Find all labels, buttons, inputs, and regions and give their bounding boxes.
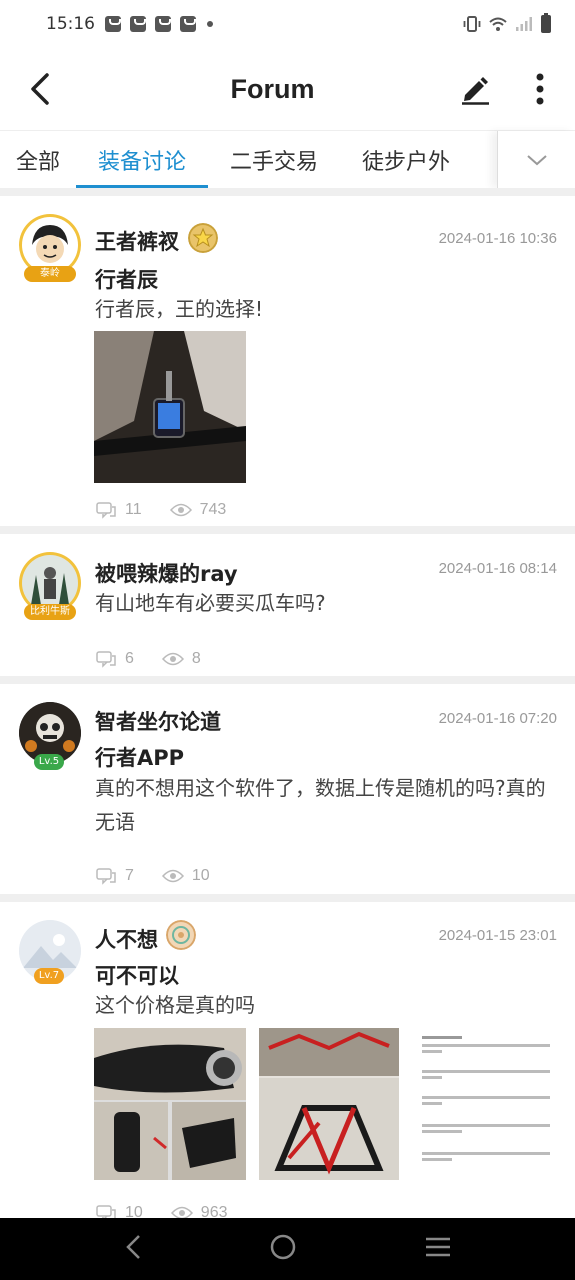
system-navigation-bar xyxy=(0,1218,575,1280)
username[interactable]: 王者裤衩 xyxy=(95,226,179,256)
post-card[interactable]: Lv.5 智者坐尔论道 2024-01-16 07:20 行者APP 真的不想用… xyxy=(0,684,575,894)
comment-count: 6 xyxy=(125,650,134,667)
battery-icon xyxy=(541,13,551,33)
post-card[interactable]: Lv.7 人不想 2024-01-15 23:01 可不可以 这个价格是真的吗 xyxy=(0,902,575,1218)
avatar-image xyxy=(22,217,78,273)
username[interactable]: 被喂辣爆的ray xyxy=(95,558,238,588)
shopping-bag-notification-icon xyxy=(105,16,121,32)
eye-icon xyxy=(161,869,184,883)
view-count: 8 xyxy=(191,650,201,667)
post-timestamp: 2024-01-16 10:36 xyxy=(438,230,557,247)
tab-equipment-discussion[interactable]: 装备讨论 xyxy=(76,131,208,188)
gold-medal-icon xyxy=(188,223,218,253)
back-button[interactable] xyxy=(0,48,80,130)
nav-recents-button[interactable] xyxy=(424,1236,452,1262)
avatar-level-badge: 泰岭 xyxy=(24,266,76,282)
recents-menu-icon xyxy=(425,1237,450,1257)
shopping-bag-notification-icon xyxy=(180,16,196,32)
eye-icon xyxy=(170,1206,193,1218)
back-arrow-icon xyxy=(31,73,49,105)
eye-icon xyxy=(161,652,184,666)
post-feed[interactable]: 泰岭 王者裤衩 2024-01-16 10:36 行者辰 行者辰，王的选择! 1… xyxy=(0,188,575,1218)
post-body[interactable]: 有山地车有必要买瓜车吗? xyxy=(95,586,555,620)
bike-computer-photo xyxy=(94,331,246,483)
post-stats: 10 963 xyxy=(95,1204,256,1218)
nav-home-button[interactable] xyxy=(269,1233,297,1265)
chevron-down-icon xyxy=(526,154,547,165)
comment-icon xyxy=(96,502,116,519)
post-stats: 7 10 xyxy=(95,867,238,885)
avatar-level-badge: 比利牛斯 xyxy=(24,604,76,620)
post-timestamp: 2024-01-15 23:01 xyxy=(438,927,557,944)
wifi-icon xyxy=(489,17,507,31)
price-list-image[interactable] xyxy=(412,1028,560,1180)
status-bar: 15:16 xyxy=(0,0,575,48)
post-stats: 6 8 xyxy=(95,650,229,668)
avatar-level-badge: Lv.5 xyxy=(34,754,64,770)
tab-all[interactable]: 全部 xyxy=(0,131,76,188)
cell-signal-icon xyxy=(516,17,532,31)
back-chevron-icon xyxy=(125,1235,140,1259)
eye-icon xyxy=(169,503,192,517)
comment-count: 7 xyxy=(125,867,134,884)
post-title[interactable]: 行者辰 xyxy=(95,264,158,294)
status-time: 15:16 xyxy=(46,14,95,34)
nav-back-button[interactable] xyxy=(124,1234,142,1264)
page-title: Forum xyxy=(230,73,315,104)
comment-count: 10 xyxy=(125,1204,143,1218)
post-timestamp: 2024-01-16 07:20 xyxy=(438,710,557,727)
red-bike-frames-photo xyxy=(259,1028,399,1180)
post-card[interactable]: 泰岭 王者裤衩 2024-01-16 10:36 行者辰 行者辰，王的选择! 1… xyxy=(0,196,575,526)
post-timestamp: 2024-01-16 08:14 xyxy=(438,560,557,577)
username[interactable]: 智者坐尔论道 xyxy=(95,706,221,736)
category-tabs: 全部 装备讨论 二手交易 徒步户外 xyxy=(0,131,497,188)
bike-frame-closeup-photo xyxy=(94,1028,246,1180)
shopping-bag-notification-icon xyxy=(155,16,171,32)
post-title[interactable]: 行者APP xyxy=(95,742,184,772)
post-body[interactable]: 真的不想用这个软件了，数据上传是随机的吗?真的无语 xyxy=(95,771,555,839)
category-tab-bar: 全部 装备讨论 二手交易 徒步户外 xyxy=(0,130,575,188)
post-image[interactable] xyxy=(94,331,246,483)
expand-tabs-button[interactable] xyxy=(497,131,575,188)
post-body[interactable]: 这个价格是真的吗 xyxy=(95,988,555,1022)
more-notifications-dot-icon xyxy=(207,21,213,27)
vibrate-icon xyxy=(463,16,481,32)
price-list-text-lines xyxy=(422,1036,550,1161)
view-count: 10 xyxy=(191,867,210,884)
post-body[interactable]: 行者辰，王的选择! xyxy=(95,292,555,326)
tab-second-hand-trade[interactable]: 二手交易 xyxy=(208,131,340,188)
edit-pencil-icon xyxy=(462,77,489,105)
bronze-medal-icon xyxy=(166,920,196,950)
comment-icon xyxy=(96,651,116,668)
view-count: 743 xyxy=(199,501,227,518)
avatar-level-badge: Lv.7 xyxy=(34,968,64,984)
view-count: 963 xyxy=(200,1204,228,1218)
comment-count: 11 xyxy=(125,501,142,518)
compose-post-button[interactable] xyxy=(445,48,505,130)
comment-icon xyxy=(96,1205,116,1218)
shopping-bag-notification-icon xyxy=(130,16,146,32)
more-vertical-icon xyxy=(536,73,544,105)
post-card[interactable]: 比利牛斯 被喂辣爆的ray 2024-01-16 08:14 有山地车有必要买瓜… xyxy=(0,534,575,676)
username[interactable]: 人不想 xyxy=(95,924,158,954)
avatar-image xyxy=(22,555,78,611)
post-title[interactable]: 可不可以 xyxy=(95,960,179,990)
home-circle-icon xyxy=(270,1234,295,1260)
post-stats: 11 743 xyxy=(95,501,254,519)
tab-hiking-outdoor[interactable]: 徒步户外 xyxy=(340,131,472,188)
comment-icon xyxy=(96,868,116,885)
post-image[interactable] xyxy=(94,1028,246,1180)
app-bar: Forum xyxy=(0,48,575,130)
post-image[interactable] xyxy=(259,1028,399,1180)
more-options-button[interactable] xyxy=(505,48,575,130)
